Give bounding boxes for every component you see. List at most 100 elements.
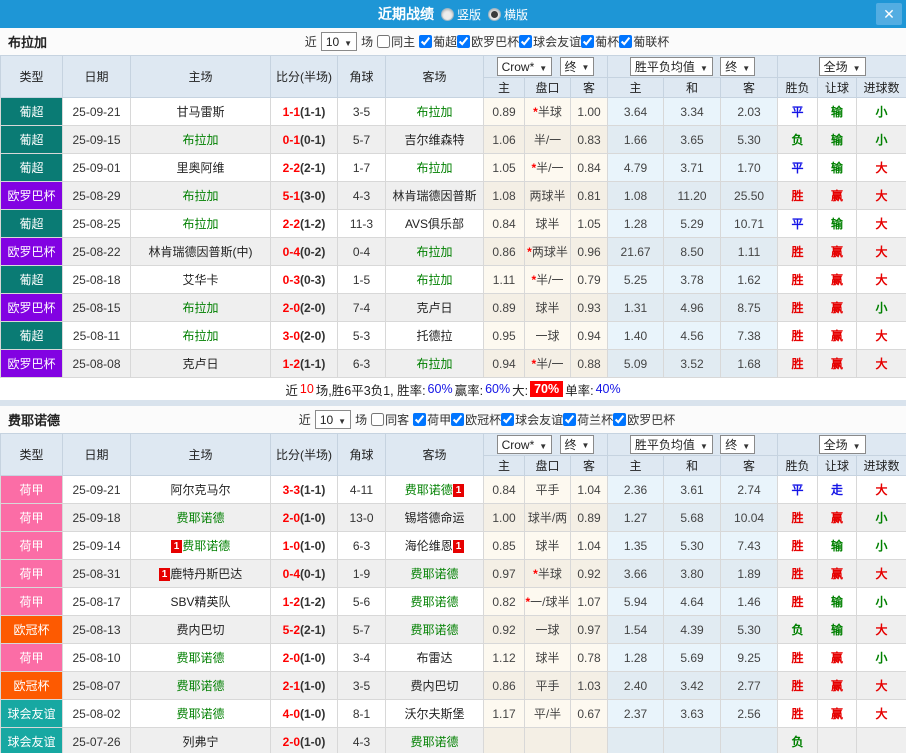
avg-type-select[interactable]: 胜平负均值: [630, 435, 713, 454]
odds-company-select[interactable]: Crow*: [497, 57, 553, 76]
date-cell: 25-09-01: [63, 154, 131, 182]
corner-cell: 8-1: [338, 700, 386, 728]
outcome-cell: 负: [778, 728, 818, 753]
avg-final-select[interactable]: 终: [720, 435, 755, 454]
games-count-select[interactable]: 10: [315, 410, 351, 429]
odds-home-cell: 0.86: [484, 238, 525, 266]
radio-unselected-icon[interactable]: [441, 8, 454, 21]
odds-final-value: 终: [565, 436, 577, 453]
league-checkbox[interactable]: [501, 413, 514, 426]
league-filter-球会友谊[interactable]: 球会友谊: [501, 411, 563, 428]
same-home-filter[interactable]: 同主: [377, 33, 415, 50]
league-checkbox[interactable]: [613, 413, 626, 426]
league-cell: 葡超: [1, 126, 63, 154]
full-match-select[interactable]: 全场: [819, 435, 866, 454]
dialog-title: 近期战绩: [378, 4, 434, 24]
league-filter-葡超[interactable]: 葡超: [419, 33, 457, 50]
score-cell: 2-0(1-0): [271, 728, 338, 753]
full-score: 1-2: [283, 357, 300, 371]
league-checkbox[interactable]: [563, 413, 576, 426]
games-count-select[interactable]: 10: [321, 32, 357, 51]
games-count-value: 10: [326, 35, 339, 49]
odds-header-cell: Crow* 终: [484, 434, 608, 456]
handicap-result-cell: 输: [818, 154, 857, 182]
col-avg-away: 客: [721, 456, 778, 476]
outcome-cell: 胜: [778, 532, 818, 560]
same-home-label: 同主: [391, 33, 415, 50]
league-label: 葡杯: [595, 33, 619, 50]
handicap-text: 平手: [535, 679, 559, 693]
odds-away-cell: 1.00: [571, 98, 608, 126]
league-filter-欧罗巴杯[interactable]: 欧罗巴杯: [613, 411, 675, 428]
league-checkbox[interactable]: [413, 413, 426, 426]
full-score: 3-3: [283, 483, 300, 497]
odds-home-cell: 0.94: [484, 350, 525, 378]
home-team-cell: 1费耶诺德: [131, 532, 271, 560]
full-score: 0-3: [283, 273, 300, 287]
corner-cell: 5-7: [338, 126, 386, 154]
col-date: 日期: [63, 434, 131, 476]
league-cell: 荷甲: [1, 644, 63, 672]
score-cell: 0-4(0-1): [271, 560, 338, 588]
corner-cell: 6-3: [338, 350, 386, 378]
avg-win-cell: 3.64: [608, 98, 664, 126]
close-button[interactable]: ✕: [876, 3, 902, 25]
layout-vertical-radio[interactable]: 竖版: [441, 6, 481, 23]
avg-draw-cell: 5.68: [664, 504, 721, 532]
goals-cell: [857, 728, 906, 753]
odds-final-select[interactable]: 终: [560, 435, 595, 454]
away-team-cell: 托德拉: [386, 322, 484, 350]
half-score: (0-2): [300, 245, 325, 259]
handicap-cell: 球半: [525, 294, 571, 322]
chevron-down-icon: [582, 59, 590, 73]
avg-win-cell: 1.28: [608, 644, 664, 672]
league-checkbox[interactable]: [581, 35, 594, 48]
league-checkbox[interactable]: [519, 35, 532, 48]
outcome-cell: 胜: [778, 700, 818, 728]
match-row: 葡超25-09-01里奥阿维2-2(2-1)1-7布拉加1.05*半/一0.84…: [1, 154, 906, 182]
team-name-text: 费耶诺德: [176, 651, 224, 665]
team-name-text: 列弗宁: [182, 735, 218, 749]
home-team-cell: 费耶诺德: [131, 672, 271, 700]
away-team-cell: 海伦维恩1: [386, 532, 484, 560]
league-filter-欧罗巴杯[interactable]: 欧罗巴杯: [457, 33, 519, 50]
avg-lose-cell: 10.71: [721, 210, 778, 238]
league-checkbox[interactable]: [451, 413, 464, 426]
league-filter-葡杯[interactable]: 葡杯: [581, 33, 619, 50]
same-away-filter[interactable]: 同客: [371, 411, 409, 428]
date-cell: 25-09-21: [63, 98, 131, 126]
avg-draw-cell: 3.34: [664, 98, 721, 126]
chevron-down-icon: [700, 60, 708, 74]
odds-company-select[interactable]: Crow*: [497, 435, 553, 454]
odds-final-select[interactable]: 终: [560, 57, 595, 76]
layout-horizontal-radio[interactable]: 横版: [488, 6, 528, 23]
league-filter-荷兰杯[interactable]: 荷兰杯: [563, 411, 613, 428]
avg-type-select[interactable]: 胜平负均值: [630, 57, 713, 76]
odds-header-cell: Crow* 终: [484, 56, 608, 78]
score-cell: 5-1(3-0): [271, 182, 338, 210]
goals-cell: 大: [857, 476, 906, 504]
full-match-select[interactable]: 全场: [819, 57, 866, 76]
league-filter-欧冠杯[interactable]: 欧冠杯: [451, 411, 501, 428]
radio-selected-icon[interactable]: [488, 8, 501, 21]
half-score: (1-2): [300, 595, 325, 609]
league-filter-球会友谊[interactable]: 球会友谊: [519, 33, 581, 50]
same-home-checkbox[interactable]: [377, 35, 390, 48]
league-checkbox[interactable]: [619, 35, 632, 48]
league-filter-荷甲[interactable]: 荷甲: [413, 411, 451, 428]
handicap-cell: *半球: [525, 560, 571, 588]
team-name-text: 费耶诺德: [176, 679, 224, 693]
avg-lose-cell: 5.30: [721, 126, 778, 154]
avg-final-select[interactable]: 终: [720, 57, 755, 76]
same-away-checkbox[interactable]: [371, 413, 384, 426]
odds-away-cell: 0.93: [571, 294, 608, 322]
match-row: 荷甲25-09-21阿尔克马尔3-3(1-1)4-11费耶诺德10.84平手1.…: [1, 476, 906, 504]
league-checkbox[interactable]: [419, 35, 432, 48]
handicap-text: 一球: [535, 623, 559, 637]
team-name-text: 鹿特丹斯巴达: [170, 567, 242, 581]
league-checkbox[interactable]: [457, 35, 470, 48]
match-row: 葡超25-09-21甘马雷斯1-1(1-1)3-5布拉加0.89*半球1.003…: [1, 98, 906, 126]
outcome-cell: 负: [778, 616, 818, 644]
avg-win-cell: 1.27: [608, 504, 664, 532]
league-filter-葡联杯[interactable]: 葡联杯: [619, 33, 669, 50]
